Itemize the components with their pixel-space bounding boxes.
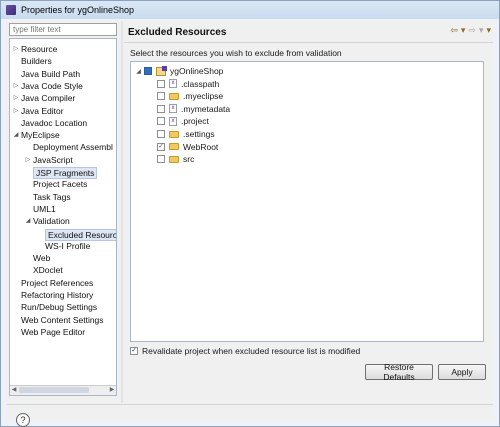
resource-row[interactable]: x .classpath [148, 78, 219, 90]
expand-arrow-icon[interactable]: ◢ [12, 129, 20, 141]
preference-page: Excluded Resources ⇦ ▾ ⇨ ▾ ▾ Select the … [124, 21, 493, 403]
nav-tree-item[interactable]: Java Build Path [21, 68, 80, 80]
resource-checkbox[interactable] [157, 79, 165, 88]
resource-label: src [183, 154, 195, 165]
file-icon: x [169, 104, 177, 114]
revalidate-label: Revalidate project when excluded resourc… [142, 346, 361, 356]
folder-icon [169, 92, 179, 100]
resource-tree[interactable]: ◢ ygOnlineShop x .classpath .myeclipse x .myme… [130, 61, 484, 342]
file-icon: x [169, 79, 177, 89]
nav-tree-item[interactable]: Web Page Editor [21, 326, 85, 338]
resource-row[interactable]: ◢ ygOnlineShop [135, 65, 223, 77]
nav-tree-item[interactable]: UML1 [33, 203, 56, 215]
nav-tree-item[interactable]: JavaScript [33, 154, 73, 166]
page-nav-toolbar: ⇦ ▾ ⇨ ▾ ▾ [450, 25, 491, 36]
folder-icon [169, 155, 179, 163]
folder-icon [169, 130, 179, 138]
title-bar: Properties for ygOnlineShop [1, 1, 499, 19]
resource-row[interactable]: x .project [148, 115, 209, 127]
resource-row[interactable]: x .mymetadata [148, 103, 230, 115]
nav-tree-item[interactable]: Builders [21, 55, 52, 67]
resource-checkbox[interactable] [157, 117, 165, 126]
expand-arrow-icon[interactable]: ▷ [12, 80, 20, 92]
forward-arrow-icon[interactable]: ⇨ [468, 25, 476, 36]
nav-tree-item[interactable]: Run/Debug Settings [21, 301, 97, 313]
revalidate-option[interactable]: ✓ Revalidate project when excluded resou… [130, 346, 360, 356]
back-arrow-icon[interactable]: ⇦ [450, 25, 458, 36]
restore-defaults-button[interactable]: Restore Defaults [365, 362, 433, 382]
resource-label: ygOnlineShop [170, 66, 224, 76]
back-dropdown-icon[interactable]: ▾ [461, 25, 466, 36]
nav-tree-item[interactable]: Java Compiler [21, 92, 75, 104]
nav-tree-item[interactable]: WS-I Profile [45, 240, 90, 252]
panel-sash[interactable] [121, 21, 123, 403]
nav-tree-item[interactable]: Deployment Assembl [33, 141, 113, 153]
nav-tree-item[interactable]: Validation [33, 215, 70, 227]
resource-row[interactable]: .myeclipse [148, 90, 223, 102]
resource-row[interactable]: ✓ WebRoot [148, 141, 218, 153]
resource-row[interactable]: .settings [148, 128, 215, 140]
bottom-separator [7, 404, 493, 405]
expand-arrow-icon[interactable]: ◢ [24, 215, 32, 227]
expand-arrow-icon[interactable]: ▷ [12, 105, 20, 117]
collapse-arrow-icon[interactable]: ◢ [135, 68, 142, 75]
nav-tree-item[interactable]: Java Code Style [21, 80, 83, 92]
resource-checkbox[interactable] [157, 104, 165, 113]
resource-row[interactable]: src [148, 153, 194, 165]
resource-label: .mymetadata [181, 103, 231, 114]
nav-tree-item[interactable]: Task Tags [33, 191, 71, 203]
revalidate-checkbox[interactable]: ✓ [130, 347, 138, 355]
nav-tree-item[interactable]: Project References [21, 277, 93, 289]
resource-label: WebRoot [183, 141, 219, 152]
dialog-body: ◀ ▶ ▷ResourceBuildersJava Build Path▷Jav… [7, 21, 493, 427]
nav-tree-item[interactable]: Java Editor [21, 105, 64, 117]
resource-label: .project [181, 116, 209, 127]
menu-icon[interactable]: ▾ [486, 25, 491, 36]
horizontal-scrollbar[interactable]: ◀ ▶ [10, 385, 116, 395]
property-page-tree[interactable]: ◀ ▶ ▷ Resource Builders Java Build Path ▷ Jav… [9, 38, 117, 396]
folder-icon [169, 143, 179, 151]
app-icon [6, 5, 16, 15]
nav-tree-item[interactable]: Refactoring History [21, 289, 93, 301]
resource-checkbox[interactable]: ✓ [157, 142, 165, 151]
title-separator [124, 42, 493, 43]
resource-checkbox[interactable] [157, 130, 165, 138]
nav-tree-item[interactable]: JSP Fragments [33, 167, 98, 179]
expand-arrow-icon[interactable]: ▷ [12, 43, 20, 55]
nav-tree-item[interactable]: Project Facets [33, 178, 87, 190]
resource-checkbox[interactable] [157, 92, 165, 101]
nav-tree-item[interactable]: Excluded Resourc [45, 228, 116, 241]
scroll-right-icon[interactable]: ▶ [108, 386, 116, 395]
resource-label: .classpath [181, 78, 220, 89]
nav-tree-item[interactable]: Web [33, 252, 50, 264]
resource-checkbox[interactable] [144, 67, 152, 75]
nav-tree-item[interactable]: Web Content Settings [21, 314, 104, 326]
page-title: Excluded Resources [128, 27, 227, 38]
scroll-left-icon[interactable]: ◀ [10, 386, 18, 395]
forward-dropdown-icon[interactable]: ▾ [479, 25, 484, 36]
filter-input[interactable] [9, 23, 117, 36]
nav-tree-item[interactable]: XDoclet [33, 264, 63, 276]
project-icon [156, 65, 167, 76]
nav-tree-item[interactable]: MyEclipse [21, 129, 60, 141]
help-icon[interactable]: ? [16, 413, 30, 427]
window-title: Properties for ygOnlineShop [21, 5, 135, 15]
apply-button[interactable]: Apply [438, 364, 486, 380]
properties-dialog: Properties for ygOnlineShop ◀ ▶ ▷Resourc… [0, 0, 500, 427]
nav-tree-item[interactable]: Resource [21, 43, 57, 55]
resource-label: .settings [183, 129, 215, 139]
instruction-text: Select the resources you wish to exclude… [130, 48, 342, 58]
scroll-thumb[interactable] [19, 387, 89, 393]
expand-arrow-icon[interactable]: ▷ [24, 154, 32, 166]
resource-label: .myeclipse [183, 91, 224, 102]
expand-arrow-icon[interactable]: ▷ [12, 92, 20, 104]
file-icon: x [169, 116, 177, 126]
resource-checkbox[interactable] [157, 155, 165, 164]
nav-tree-item[interactable]: Javadoc Location [21, 117, 87, 129]
